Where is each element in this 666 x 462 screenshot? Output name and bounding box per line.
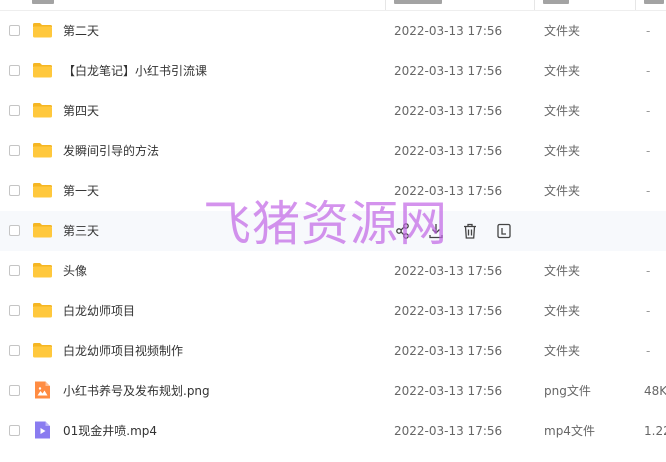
file-date: 2022-03-13 17:56 <box>394 264 503 278</box>
row-checkbox[interactable] <box>9 65 20 76</box>
file-row[interactable]: 头像 2022-03-13 17:56 文件夹 - <box>0 251 666 291</box>
header-date[interactable] <box>386 0 535 10</box>
folder-icon <box>32 20 53 40</box>
file-date: 2022-03-13 17:56 <box>394 64 503 78</box>
file-size: - <box>646 184 651 198</box>
file-name[interactable]: 小红书养号及发布规划.png <box>63 383 210 399</box>
folder-icon <box>32 340 53 360</box>
row-checkbox[interactable] <box>9 145 20 156</box>
file-type: 文件夹 <box>544 24 581 38</box>
download-icon[interactable] <box>427 221 445 241</box>
folder-icon <box>32 100 53 120</box>
file-row[interactable]: 第四天 2022-03-13 17:56 文件夹 - <box>0 91 666 131</box>
file-size: - <box>646 344 651 358</box>
delete-icon[interactable] <box>461 221 479 241</box>
file-row[interactable]: 01现金井喷.mp4 2022-03-13 17:56 mp4文件 1.22 <box>0 411 666 451</box>
header-size[interactable] <box>636 0 666 10</box>
file-name[interactable]: 【白龙笔记】小红书引流课 <box>63 63 207 79</box>
file-type: 文件夹 <box>544 104 581 118</box>
file-name[interactable]: 第二天 <box>63 23 99 39</box>
file-size: - <box>646 304 651 318</box>
file-row[interactable]: 白龙幼师项目 2022-03-13 17:56 文件夹 - <box>0 291 666 331</box>
row-checkbox[interactable] <box>9 225 20 236</box>
folder-icon <box>32 300 53 320</box>
header-size-label <box>644 0 664 4</box>
row-checkbox[interactable] <box>9 185 20 196</box>
header-name-label <box>32 0 54 4</box>
file-date: 2022-03-13 17:56 <box>394 184 503 198</box>
image-file-icon <box>32 380 53 400</box>
folder-icon <box>32 60 53 80</box>
file-name[interactable]: 第一天 <box>63 183 99 199</box>
file-size: 1.22 <box>644 424 666 438</box>
file-name[interactable]: 白龙幼师项目视频制作 <box>63 343 183 359</box>
file-date: 2022-03-13 17:56 <box>394 24 503 38</box>
file-type: png文件 <box>544 384 591 398</box>
file-row[interactable]: 第一天 2022-03-13 17:56 文件夹 - <box>0 171 666 211</box>
file-type: 文件夹 <box>544 144 581 158</box>
folder-icon <box>32 180 53 200</box>
share-icon[interactable] <box>394 221 412 241</box>
column-header <box>0 0 666 11</box>
file-type: 文件夹 <box>544 264 581 278</box>
file-size: - <box>646 64 651 78</box>
file-size: - <box>646 24 651 38</box>
row-checkbox[interactable] <box>9 385 20 396</box>
header-type[interactable] <box>535 0 636 10</box>
row-checkbox[interactable] <box>9 265 20 276</box>
row-checkbox[interactable] <box>9 345 20 356</box>
file-date: 2022-03-13 17:56 <box>394 424 503 438</box>
file-type: 文件夹 <box>544 64 581 78</box>
file-row[interactable]: 白龙幼师项目视频制作 2022-03-13 17:56 文件夹 - <box>0 331 666 371</box>
rename-icon[interactable] <box>495 221 513 241</box>
header-name[interactable] <box>0 0 386 10</box>
header-type-label <box>543 0 569 4</box>
file-type: 文件夹 <box>544 184 581 198</box>
file-name[interactable]: 头像 <box>63 263 87 279</box>
file-row[interactable]: 第三天 <box>0 211 666 251</box>
file-type: 文件夹 <box>544 304 581 318</box>
file-rows: 第二天 2022-03-13 17:56 文件夹 - 【白龙笔记】小红书引流课 2022-… <box>0 11 666 451</box>
row-checkbox[interactable] <box>9 25 20 36</box>
file-date: 2022-03-13 17:56 <box>394 344 503 358</box>
folder-icon <box>32 220 53 240</box>
folder-icon <box>32 140 53 160</box>
file-size: - <box>646 264 651 278</box>
folder-icon <box>32 260 53 280</box>
file-list-page: 第二天 2022-03-13 17:56 文件夹 - 【白龙笔记】小红书引流课 2022-… <box>0 0 666 462</box>
file-size: 48K <box>644 384 666 398</box>
file-date: 2022-03-13 17:56 <box>394 144 503 158</box>
file-name[interactable]: 第三天 <box>63 223 99 239</box>
file-name[interactable]: 白龙幼师项目 <box>63 303 135 319</box>
file-row[interactable]: 发瞬间引导的方法 2022-03-13 17:56 文件夹 - <box>0 131 666 171</box>
file-name[interactable]: 发瞬间引导的方法 <box>63 143 159 159</box>
row-checkbox[interactable] <box>9 305 20 316</box>
header-date-label <box>394 0 442 4</box>
file-type: mp4文件 <box>544 424 595 438</box>
file-row[interactable]: 【白龙笔记】小红书引流课 2022-03-13 17:56 文件夹 - <box>0 51 666 91</box>
file-row[interactable]: 第二天 2022-03-13 17:56 文件夹 - <box>0 11 666 51</box>
file-date: 2022-03-13 17:56 <box>394 384 503 398</box>
row-checkbox[interactable] <box>9 105 20 116</box>
file-size: - <box>646 144 651 158</box>
row-checkbox[interactable] <box>9 425 20 436</box>
file-row[interactable]: 小红书养号及发布规划.png 2022-03-13 17:56 png文件 48K <box>0 371 666 411</box>
video-file-icon <box>32 420 53 440</box>
file-date: 2022-03-13 17:56 <box>394 104 503 118</box>
file-name[interactable]: 第四天 <box>63 103 99 119</box>
file-date: 2022-03-13 17:56 <box>394 304 503 318</box>
file-name[interactable]: 01现金井喷.mp4 <box>63 423 157 439</box>
file-type: 文件夹 <box>544 344 581 358</box>
file-size: - <box>646 104 651 118</box>
